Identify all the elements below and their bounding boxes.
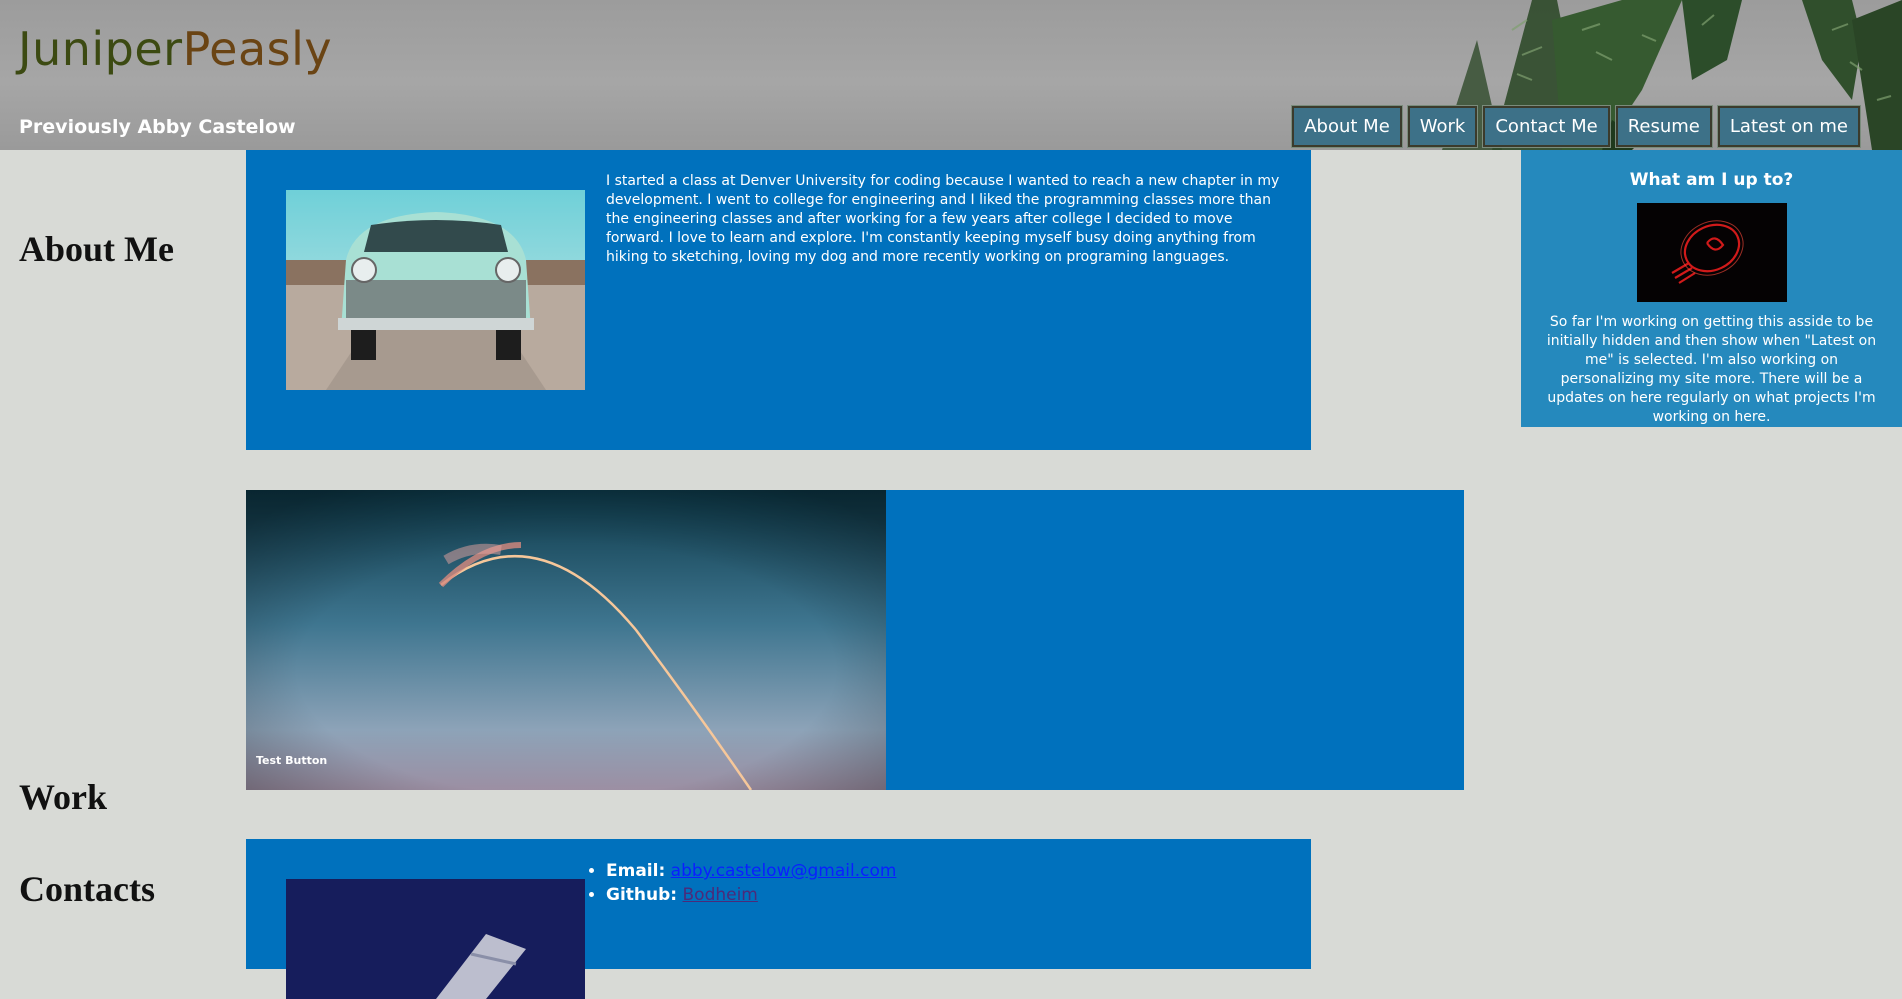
contact-photo [286, 879, 585, 999]
latest-aside: What am I up to? So far I'm working on g… [1521, 150, 1902, 427]
contact-list: Email: abby.castelow@gmail.com Github: B… [586, 859, 896, 907]
nav-about-me[interactable]: About Me [1291, 105, 1403, 148]
nav-latest-on-me[interactable]: Latest on me [1716, 105, 1862, 148]
email-link[interactable]: abby.castelow@gmail.com [671, 861, 897, 881]
test-button[interactable]: Test Button [256, 754, 327, 767]
logo-peasly: Peasly [182, 22, 333, 76]
site-tagline: Previously Abby Castelow [19, 116, 296, 138]
site-header: JuniperPeasly Previously Abby Castelow A… [0, 0, 1902, 150]
aside-text: So far I'm working on getting this assid… [1546, 314, 1877, 425]
lightbulb-image [1637, 203, 1787, 302]
contacts-heading: Contacts [19, 869, 155, 909]
work-section: Test Button [246, 490, 1464, 790]
about-me-heading: About Me [19, 229, 174, 269]
nav-resume[interactable]: Resume [1614, 105, 1713, 148]
contact-section: Email: abby.castelow@gmail.com Github: B… [246, 839, 1311, 999]
nav-contact-me[interactable]: Contact Me [1482, 105, 1611, 148]
site-logo[interactable]: JuniperPeasly [18, 22, 332, 76]
logo-juniper: Juniper [18, 22, 183, 76]
email-label: Email: [606, 861, 666, 881]
contact-email-item: Email: abby.castelow@gmail.com [606, 859, 896, 883]
aside-title: What am I up to? [1629, 170, 1794, 190]
about-section: I started a class at Denver University f… [246, 150, 1311, 450]
github-label: Github: [606, 885, 678, 905]
main-nav: About Me Work Contact Me Resume Latest o… [1291, 105, 1862, 148]
contact-github-item: Github: Bodheim [606, 883, 896, 907]
nav-work[interactable]: Work [1406, 105, 1479, 148]
work-heading: Work [19, 777, 108, 817]
car-photo [286, 190, 585, 390]
about-text: I started a class at Denver University f… [606, 173, 1280, 265]
rocket-launch-photo [246, 490, 886, 790]
github-link[interactable]: Bodheim [683, 885, 758, 905]
